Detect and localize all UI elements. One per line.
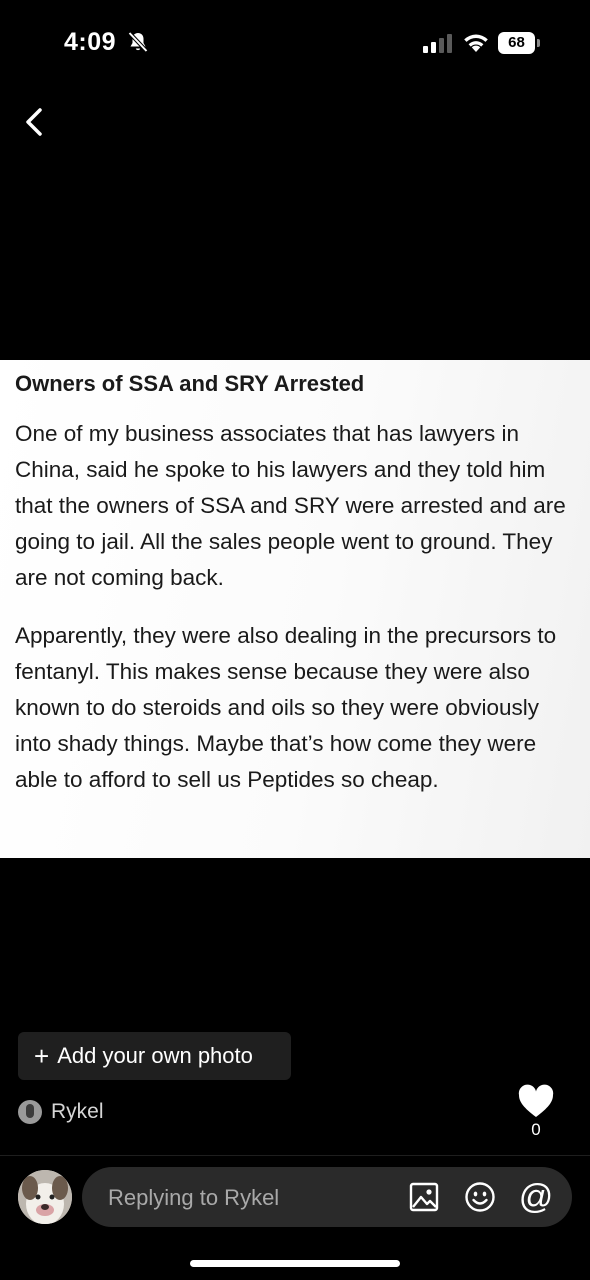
like-count: 0 — [531, 1120, 541, 1139]
status-time: 4:09 — [64, 28, 117, 56]
status-bar: 4:09 68 — [0, 0, 590, 90]
at-mention-icon[interactable]: @ — [518, 1179, 554, 1215]
home-indicator — [190, 1260, 400, 1267]
battery-tip — [537, 39, 540, 47]
wifi-icon — [464, 34, 488, 52]
post-paragraph: Apparently, they were also dealing in th… — [15, 623, 557, 792]
author[interactable]: Rykel — [18, 1098, 104, 1126]
chevron-left-icon — [26, 108, 42, 136]
reply-bar: @ — [82, 1167, 572, 1229]
post-title: Owners of SSA and SRY Arrested — [15, 371, 365, 396]
post-paragraph: One of my business associates that has l… — [15, 421, 566, 590]
add-photo-label: Add your own photo — [57, 1043, 253, 1068]
image-icon[interactable] — [408, 1181, 440, 1213]
divider — [0, 1155, 590, 1156]
reply-input[interactable] — [106, 1167, 400, 1229]
battery-level: 68 — [498, 32, 535, 54]
dog-avatar-image — [18, 1170, 72, 1224]
author-name: Rykel — [51, 1100, 104, 1123]
back-button[interactable] — [16, 100, 56, 144]
author-avatar — [18, 1100, 42, 1124]
emoji-icon[interactable] — [464, 1181, 496, 1213]
user-avatar[interactable] — [18, 1170, 72, 1224]
signal-icon — [423, 34, 452, 53]
heart-icon — [518, 1084, 554, 1117]
plus-icon: + — [34, 1041, 50, 1071]
bell-muted-icon — [128, 31, 148, 53]
post-card: Owners of SSA and SRY Arrested One of my… — [0, 360, 590, 858]
like-button[interactable] — [516, 1082, 556, 1122]
add-photo-button[interactable]: + Add your own photo — [18, 1032, 291, 1080]
battery-icon: 68 — [498, 32, 540, 54]
